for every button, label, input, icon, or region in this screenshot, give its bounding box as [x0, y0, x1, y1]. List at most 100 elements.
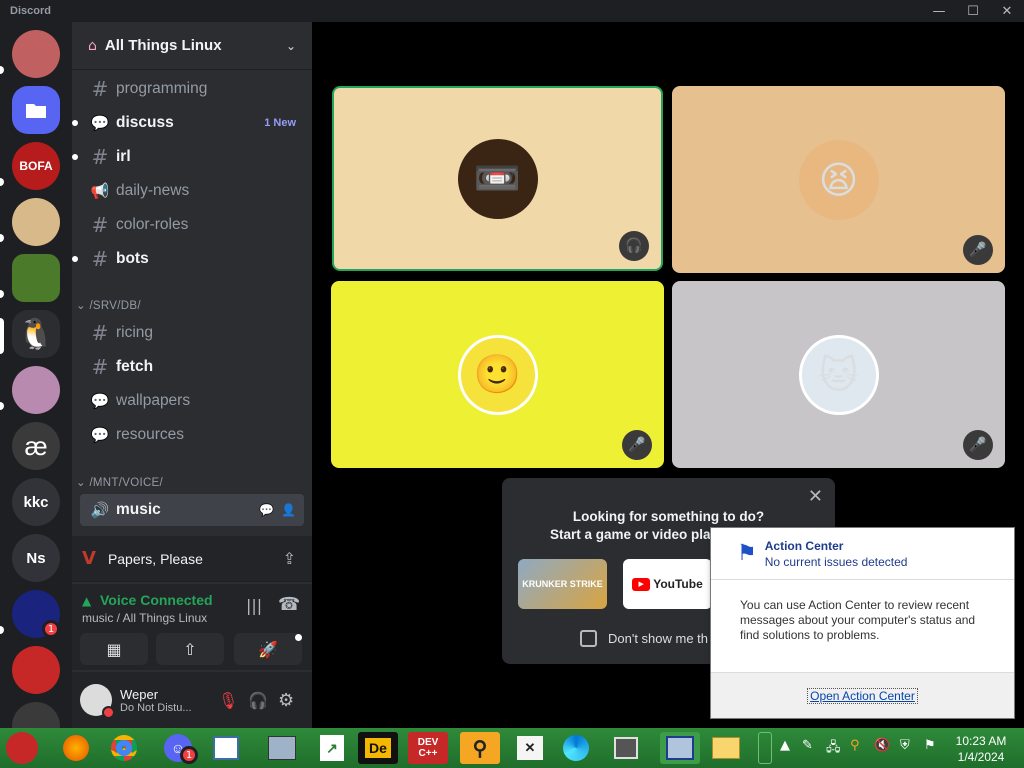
- mic-muted-icon[interactable]: 🎙: [218, 691, 238, 710]
- channel-bots[interactable]: # bots: [72, 243, 304, 275]
- shield-icon[interactable]: ⛨: [900, 738, 910, 753]
- forum-icon: 💬: [90, 426, 110, 444]
- chrome-icon[interactable]: [104, 732, 144, 764]
- dont-show-checkbox[interactable]: [580, 630, 597, 647]
- excel-icon[interactable]: ✕: [510, 732, 550, 764]
- server-icon-1[interactable]: [12, 30, 60, 78]
- network-icon[interactable]: 🖧: [826, 738, 841, 760]
- voice-location[interactable]: music / All Things Linux: [82, 611, 207, 625]
- noise-suppression-icon[interactable]: |||: [246, 596, 262, 615]
- taskbar: ☺ 1 ↗ De DEV C++ ⚲ ✕ ▲ ✎ 🖧 ⚲ 🔇 ⛨ ⚑ 10:23…: [0, 728, 1024, 768]
- voice-channel-music[interactable]: 🔊 music 💬 👤: [80, 494, 304, 526]
- photos-icon[interactable]: [262, 732, 302, 764]
- forum-icon: 💬: [90, 114, 110, 132]
- server-icon-12[interactable]: [12, 702, 60, 728]
- edge-icon[interactable]: [556, 732, 596, 764]
- camera-off-button[interactable]: ▦: [80, 633, 148, 665]
- app-title: Discord: [10, 5, 51, 17]
- settings-gear-icon[interactable]: ⚙: [278, 690, 294, 711]
- channel-ricing[interactable]: # ricing: [80, 317, 304, 349]
- share-screen-icon[interactable]: ⇪: [283, 549, 296, 568]
- channel-programming[interactable]: # programming: [80, 73, 304, 105]
- open-action-center-link[interactable]: Open Action Center: [807, 687, 918, 704]
- hash-icon: #: [91, 321, 109, 345]
- channel-daily-news[interactable]: 📢 daily-news: [80, 175, 304, 207]
- user-info[interactable]: Weper Do Not Distu...: [120, 687, 192, 714]
- file-explorer-icon[interactable]: [706, 732, 746, 764]
- activity-youtube[interactable]: ▶ YouTube: [623, 559, 712, 609]
- unread-pill: [0, 290, 4, 298]
- screen-share-button[interactable]: ⇧: [156, 633, 224, 665]
- tray-arrow-icon[interactable]: ▲: [780, 738, 790, 753]
- firefox-icon[interactable]: [56, 732, 96, 764]
- invite-icon[interactable]: 👤: [281, 503, 296, 517]
- channel-irl[interactable]: # irl: [72, 141, 304, 173]
- avatar[interactable]: [80, 684, 115, 719]
- popup-subtitle: Start a game or video playl: [550, 527, 722, 542]
- server-icon-kkc[interactable]: kkc: [12, 478, 60, 526]
- server-folder-icon[interactable]: [12, 86, 60, 134]
- chat-icon[interactable]: 💬: [259, 503, 274, 517]
- task-view-icon[interactable]: [606, 732, 646, 764]
- channel-fetch[interactable]: # fetch: [80, 351, 304, 383]
- devcpp-icon[interactable]: DEV C++: [408, 732, 448, 764]
- server-icon-ns[interactable]: Ns: [12, 534, 60, 582]
- show-hidden-icons-button[interactable]: [758, 732, 772, 764]
- action-center-flag-icon[interactable]: ⚑: [924, 738, 936, 753]
- mic-muted-icon: 🎤: [963, 235, 993, 265]
- clock[interactable]: 10:23 AM 1/4/2024: [950, 733, 1012, 765]
- search-icon[interactable]: ⚲: [460, 732, 500, 764]
- popup-close-icon[interactable]: ✕: [808, 486, 823, 507]
- maximize-button[interactable]: ☐: [956, 0, 990, 22]
- server-icon-linux[interactable]: 🐧: [12, 310, 60, 358]
- server-icon-ae[interactable]: æ: [12, 422, 60, 470]
- action-center-flyout: ⚑ Action Center No current issues detect…: [710, 527, 1015, 719]
- server-icon-anime[interactable]: [12, 198, 60, 246]
- channel-wallpapers[interactable]: 💬 wallpapers: [80, 385, 304, 417]
- activity-button[interactable]: 🚀: [234, 633, 302, 665]
- charts-icon[interactable]: ↗: [312, 732, 352, 764]
- server-icon-minecraft[interactable]: [12, 254, 60, 302]
- dont-show-label: Don't show me th: [608, 631, 709, 646]
- discord-badge: 1: [180, 746, 198, 764]
- disconnect-icon[interactable]: ☎: [278, 594, 300, 615]
- channel-resources[interactable]: 💬 resources: [80, 419, 304, 451]
- chevron-down-icon: ⌄: [285, 38, 296, 53]
- close-button[interactable]: ✕: [990, 0, 1024, 22]
- video-tile-3[interactable]: 🙂 🎤: [331, 281, 664, 468]
- video-tile-2[interactable]: 😫 🎤: [672, 86, 1005, 273]
- channel-discuss[interactable]: 💬 discuss 1 New: [72, 107, 304, 139]
- volume-muted-icon[interactable]: 🔇: [874, 738, 890, 753]
- video-tile-4[interactable]: 🐱 🎤: [672, 281, 1005, 468]
- headphones-icon[interactable]: 🎧: [248, 691, 268, 710]
- activity-name: Papers, Please: [107, 550, 203, 567]
- game-krunker-strike[interactable]: KRUNKER STRIKE: [518, 559, 607, 609]
- minimize-button[interactable]: —: [922, 0, 956, 22]
- hash-icon: #: [91, 77, 109, 101]
- de-app-icon[interactable]: De: [358, 732, 398, 764]
- category-mnt-voice[interactable]: ⌄ /MNT/VOICE/: [76, 475, 163, 489]
- start-ornament-icon[interactable]: [6, 732, 38, 764]
- guild-header[interactable]: ⌂ All Things Linux ⌄: [72, 22, 312, 70]
- notepad-icon[interactable]: [206, 732, 246, 764]
- channel-color-roles[interactable]: # color-roles: [80, 209, 304, 241]
- unread-pill: [0, 234, 4, 242]
- participant-avatar: 📼: [457, 138, 538, 219]
- speaker-icon: 🔊: [90, 501, 110, 519]
- clock-time: 10:23 AM: [955, 734, 1007, 748]
- youtube-label: YouTube: [653, 577, 703, 591]
- server-rail: BOFA 🐧 æ kkc Ns 1: [0, 22, 72, 728]
- remote-desktop-icon[interactable]: [660, 732, 700, 764]
- pen-icon[interactable]: ✎: [802, 738, 813, 753]
- notification-dot: [295, 634, 302, 641]
- magnifier-tray-icon[interactable]: ⚲: [850, 738, 860, 753]
- server-icon-bofa[interactable]: BOFA: [12, 142, 60, 190]
- server-icon-5[interactable]: [12, 366, 60, 414]
- home-icon: ⌂: [88, 37, 97, 54]
- unread-dot: [72, 120, 78, 126]
- server-icon-11[interactable]: [12, 646, 60, 694]
- video-tile-1[interactable]: 📼 🎧: [332, 86, 663, 271]
- camera-off-icon: ▦: [106, 639, 122, 659]
- category-srv-db[interactable]: ⌄ /SRV/DB/: [76, 298, 141, 312]
- deafened-icon: 🎧: [619, 231, 649, 261]
